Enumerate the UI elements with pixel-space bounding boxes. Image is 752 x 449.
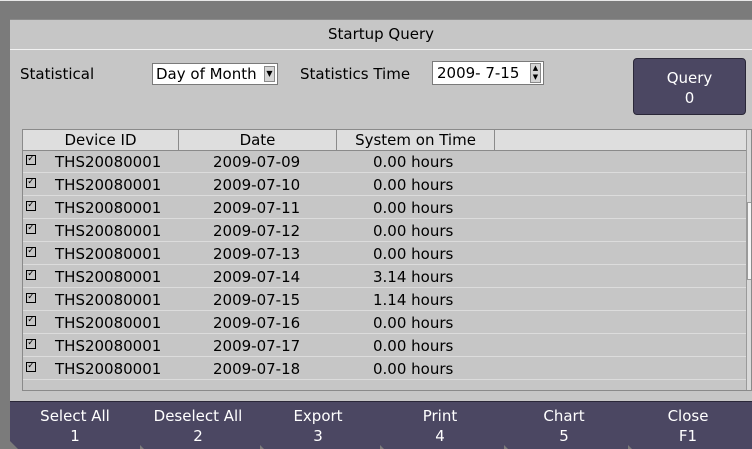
toolbar-button-key: 4 xyxy=(435,427,445,445)
cell-device-id: THS20080001 xyxy=(55,291,162,309)
window-title: Startup Query xyxy=(10,19,752,50)
cell-system-on-time: 0.00 hours xyxy=(373,222,454,240)
cell-date: 2009-07-10 xyxy=(213,176,301,194)
top-frame xyxy=(0,1,752,19)
toolbar-button-label: Chart xyxy=(543,407,585,425)
toolbar-button-chart[interactable]: Chart 5 xyxy=(500,401,628,449)
checkbox-icon[interactable]: ✓ xyxy=(26,339,36,349)
checkbox-icon[interactable]: ✓ xyxy=(26,178,36,188)
cell-date: 2009-07-11 xyxy=(213,199,301,217)
toolbar-button-deselect-all[interactable]: Deselect All 2 xyxy=(136,401,260,449)
statistics-time-value: 2009- 7-15 xyxy=(437,64,520,82)
cell-date: 2009-07-17 xyxy=(213,337,301,355)
table-row[interactable]: ✓ THS20080001 2009-07-11 0.00 hours xyxy=(23,198,746,219)
table-row[interactable]: ✓ THS20080001 2009-07-09 0.00 hours xyxy=(23,152,746,173)
toolbar-button-print[interactable]: Print 4 xyxy=(376,401,504,449)
column-header-empty xyxy=(495,130,746,151)
statistical-label: Statistical xyxy=(20,65,95,83)
column-header-system-on-time[interactable]: System on Time xyxy=(337,130,495,151)
checkbox-icon[interactable]: ✓ xyxy=(26,224,36,234)
cell-system-on-time: 0.00 hours xyxy=(373,360,454,378)
cell-date: 2009-07-16 xyxy=(213,314,301,332)
table-row[interactable]: ✓ THS20080001 2009-07-14 3.14 hours xyxy=(23,267,746,288)
table-row[interactable]: ✓ THS20080001 2009-07-15 1.14 hours xyxy=(23,290,746,311)
startup-query-window: Startup Query Statistical Day of Month ▼… xyxy=(0,0,752,449)
cell-date: 2009-07-09 xyxy=(213,153,301,171)
results-table: Device ID Date System on Time ✓ THS200800… xyxy=(22,129,752,391)
checkbox-icon[interactable]: ✓ xyxy=(26,201,36,211)
toolbar-button-key: 1 xyxy=(70,427,80,445)
toolbar-button-close[interactable]: Close F1 xyxy=(624,401,752,449)
cell-device-id: THS20080001 xyxy=(55,314,162,332)
cell-device-id: THS20080001 xyxy=(55,222,162,240)
scrollbar-thumb[interactable] xyxy=(747,202,751,280)
table-row[interactable]: ✓ THS20080001 2009-07-12 0.00 hours xyxy=(23,221,746,242)
checkbox-icon[interactable]: ✓ xyxy=(26,362,36,372)
cell-system-on-time: 0.00 hours xyxy=(373,314,454,332)
cell-system-on-time: 0.00 hours xyxy=(373,176,454,194)
toolbar-button-label: Deselect All xyxy=(153,407,243,425)
left-frame xyxy=(0,1,10,449)
cell-date: 2009-07-15 xyxy=(213,291,301,309)
checkbox-icon[interactable]: ✓ xyxy=(26,293,36,303)
table-row[interactable]: ✓ THS20080001 2009-07-16 0.00 hours xyxy=(23,313,746,334)
cell-system-on-time: 0.00 hours xyxy=(373,245,454,263)
toolbar-button-select-all[interactable]: Select All 1 xyxy=(10,401,140,449)
toolbar-button-label: Export xyxy=(293,407,343,425)
statistics-time-input[interactable]: 2009- 7-15 ▲ ▼ xyxy=(432,61,544,85)
cell-device-id: THS20080001 xyxy=(55,153,162,171)
checkbox-icon[interactable]: ✓ xyxy=(26,316,36,326)
cell-system-on-time: 0.00 hours xyxy=(373,199,454,217)
cell-device-id: THS20080001 xyxy=(55,360,162,378)
toolbar-button-key: 5 xyxy=(559,427,569,445)
table-row[interactable]: ✓ THS20080001 2009-07-17 0.00 hours xyxy=(23,336,746,357)
statistics-time-label: Statistics Time xyxy=(300,65,411,83)
table-row[interactable]: ✓ THS20080001 2009-07-18 0.00 hours xyxy=(23,359,746,380)
table-scrollbar[interactable] xyxy=(746,130,751,390)
checkbox-icon[interactable]: ✓ xyxy=(26,270,36,280)
cell-date: 2009-07-14 xyxy=(213,268,301,286)
toolbar-button-label: Select All xyxy=(40,407,110,425)
cell-date: 2009-07-13 xyxy=(213,245,301,263)
checkbox-icon[interactable]: ✓ xyxy=(26,247,36,257)
toolbar-button-key: 2 xyxy=(193,427,203,445)
cell-device-id: THS20080001 xyxy=(55,199,162,217)
toolbar-button-key: 3 xyxy=(313,427,323,445)
cell-device-id: THS20080001 xyxy=(55,245,162,263)
statistical-select[interactable]: Day of Month ▼ xyxy=(152,63,278,85)
statistical-select-value: Day of Month xyxy=(156,65,257,83)
column-header-device-id[interactable]: Device ID xyxy=(23,130,179,151)
query-button-label: Query xyxy=(666,69,713,87)
toolbar-button-label: Print xyxy=(422,407,458,425)
toolbar-button-key: F1 xyxy=(678,427,698,445)
cell-system-on-time: 3.14 hours xyxy=(373,268,454,286)
cell-device-id: THS20080001 xyxy=(55,268,162,286)
table-row[interactable]: ✓ THS20080001 2009-07-10 0.00 hours xyxy=(23,175,746,196)
cell-system-on-time: 0.00 hours xyxy=(373,337,454,355)
checkbox-icon[interactable]: ✓ xyxy=(26,155,36,165)
cell-system-on-time: 1.14 hours xyxy=(373,291,454,309)
spinner-icon[interactable]: ▲ ▼ xyxy=(530,63,541,83)
table-header: Device ID Date System on Time xyxy=(23,130,751,151)
cell-date: 2009-07-12 xyxy=(213,222,301,240)
table-row[interactable]: ✓ THS20080001 2009-07-13 0.00 hours xyxy=(23,244,746,265)
cell-device-id: THS20080001 xyxy=(55,337,162,355)
toolbar-button-label: Close xyxy=(667,407,709,425)
cell-system-on-time: 0.00 hours xyxy=(373,153,454,171)
query-button-key: 0 xyxy=(684,89,695,107)
query-button[interactable]: Query 0 xyxy=(633,58,746,115)
column-header-date[interactable]: Date xyxy=(179,130,337,151)
dropdown-arrow-icon[interactable]: ▼ xyxy=(264,66,275,82)
cell-date: 2009-07-18 xyxy=(213,360,301,378)
toolbar-button-export[interactable]: Export 3 xyxy=(256,401,380,449)
cell-device-id: THS20080001 xyxy=(55,176,162,194)
